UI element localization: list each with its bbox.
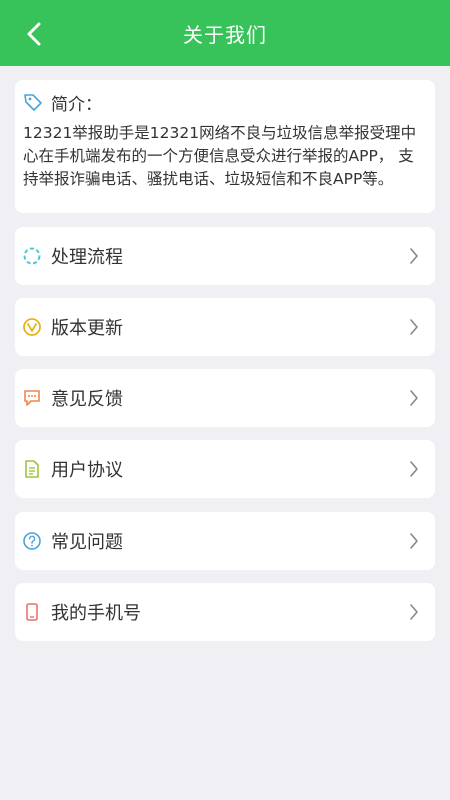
menu-item-label: 处理流程 [51, 247, 123, 268]
menu-item-feedback[interactable]: 意见反馈 [15, 369, 435, 427]
menu-item-agreement[interactable]: 用户协议 [15, 440, 435, 498]
menu-item-my-phone[interactable]: 我的手机号 [15, 583, 435, 641]
process-icon [22, 246, 42, 266]
menu-item-faq[interactable]: 常见问题 [15, 512, 435, 570]
tag-icon [23, 91, 45, 113]
menu-item-version[interactable]: 版本更新 [15, 298, 435, 356]
question-icon [22, 531, 42, 551]
intro-card: 简介： 12321举报助手是12321网络不良与垃圾信息举报受理中心在手机端发布… [15, 80, 435, 213]
feedback-icon [22, 388, 42, 408]
chevron-right-icon [407, 531, 421, 551]
chevron-right-icon [407, 317, 421, 337]
menu-item-label: 用户协议 [51, 460, 123, 481]
chevron-left-icon [27, 22, 41, 46]
top-bar: 关于我们 [0, 0, 450, 66]
menu-item-label: 版本更新 [51, 318, 123, 339]
intro-title: 简介： [51, 94, 102, 115]
intro-text: 12321举报助手是12321网络不良与垃圾信息举报受理中心在手机端发布的一个方… [23, 124, 417, 188]
chevron-right-icon [407, 246, 421, 266]
phone-icon [22, 602, 42, 622]
chevron-right-icon [407, 602, 421, 622]
page-title: 关于我们 [183, 22, 267, 47]
menu-item-label: 常见问题 [51, 532, 123, 553]
chevron-right-icon [407, 459, 421, 479]
menu-item-label: 我的手机号 [51, 603, 141, 624]
menu-item-process[interactable]: 处理流程 [15, 227, 435, 285]
agreement-icon [22, 459, 42, 479]
version-icon [22, 317, 42, 337]
chevron-right-icon [407, 388, 421, 408]
back-button[interactable] [18, 18, 50, 50]
menu-item-label: 意见反馈 [51, 389, 123, 410]
intro-header: 简介： [23, 90, 425, 115]
